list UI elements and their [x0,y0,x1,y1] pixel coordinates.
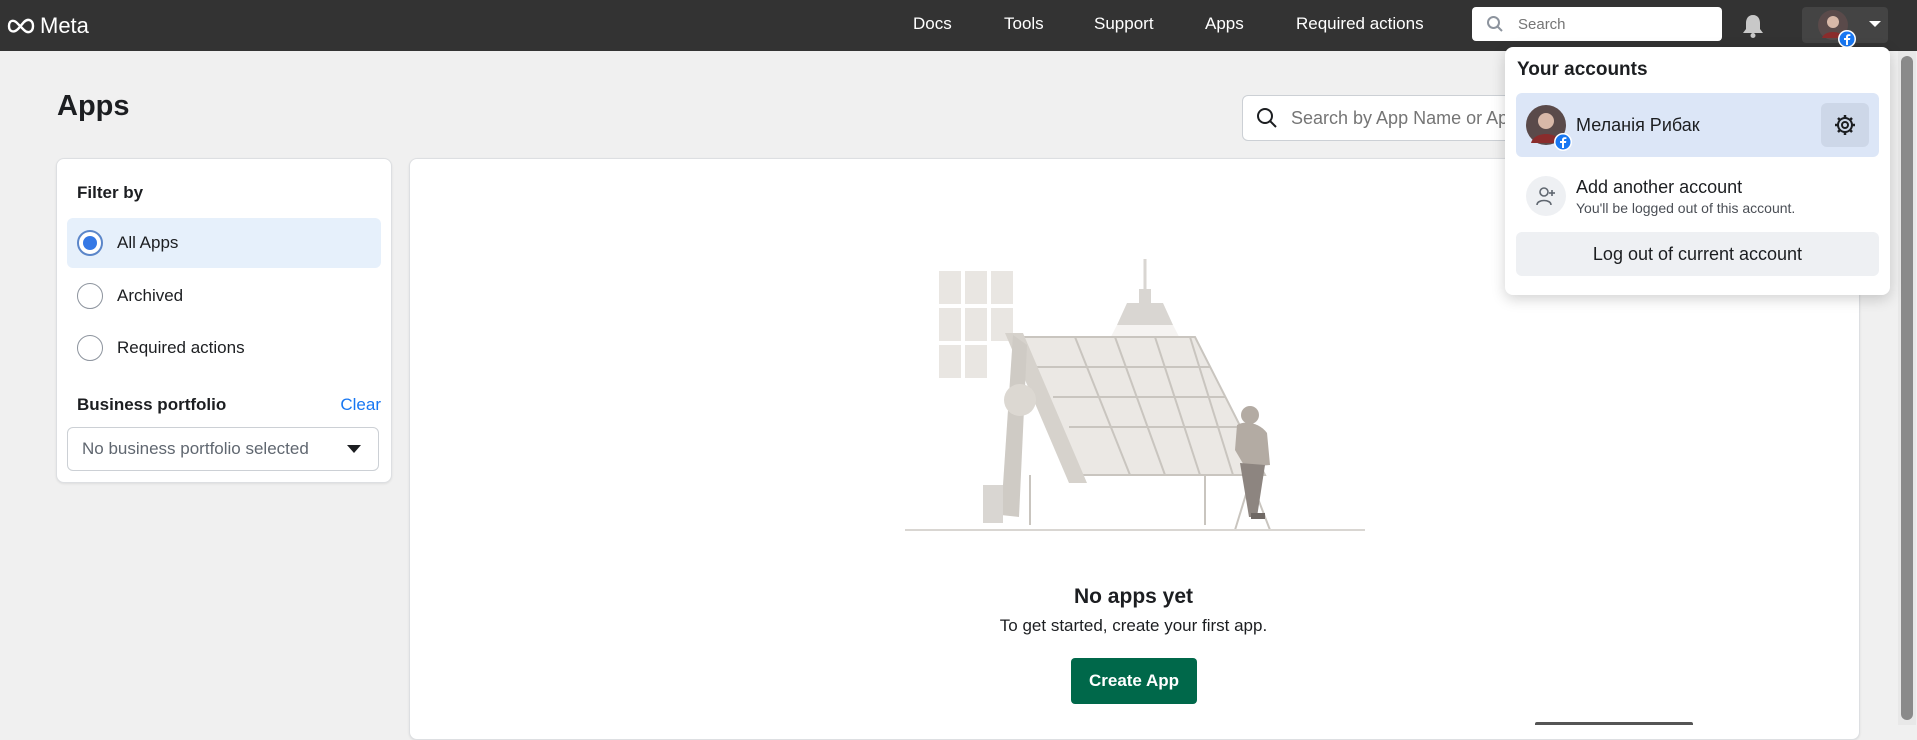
clear-filter-link[interactable]: Clear [340,395,381,415]
empty-state-title: No apps yet [1073,585,1194,608]
meta-logo[interactable]: Meta [6,13,89,39]
filter-option-label: Archived [117,286,184,305]
page-title: Apps [57,90,130,122]
chevron-down-icon [346,439,362,459]
meta-infinity-icon [7,18,35,34]
notifications-bell-icon[interactable] [1741,13,1765,44]
add-person-icon [1526,176,1566,216]
filter-panel: Filter by All Apps Archived Required act… [56,158,392,483]
page-scrollbar-thumb[interactable] [1901,56,1913,720]
avatar [1818,10,1856,48]
filter-option-label: All Apps [117,233,179,252]
create-app-button[interactable]: Create App [1071,658,1197,704]
logo-text: Meta [40,13,89,38]
facebook-badge-icon [1554,133,1572,151]
business-portfolio-select-value: No business portfolio selected [82,439,309,458]
empty-state: No apps yet To get started, create your … [908,0,1359,725]
account-menu-button[interactable] [1802,7,1888,48]
empty-state-subtitle: To get started, create your first app. [999,616,1268,635]
top-search-input[interactable] [1516,14,1700,34]
add-account-subtitle: You'll be logged out of this account. [1576,199,1796,216]
filter-option-label: Required actions [117,338,245,357]
radio-button[interactable] [77,230,103,256]
avatar [1526,105,1572,151]
account-settings-button[interactable] [1821,103,1869,147]
filter-option-all-apps[interactable]: All Apps [67,218,381,268]
log-out-button[interactable]: Log out of current account [1516,232,1879,276]
add-account-title: Add another account [1576,176,1743,197]
accounts-dropdown: Your accounts Меланія Рибак Add another … [1505,47,1890,295]
filter-option-required-actions[interactable]: Required actions [67,323,381,373]
chevron-down-icon [1868,16,1882,34]
radio-button[interactable] [77,335,103,361]
search-icon [1486,15,1504,33]
top-search-box[interactable] [1472,7,1722,41]
current-account-name: Меланія Рибак [1576,114,1700,135]
current-account-row[interactable]: Меланія Рибак [1516,93,1879,157]
filter-title: Filter by [77,183,144,202]
accounts-dropdown-title: Your accounts [1517,59,1648,80]
filter-option-archived[interactable]: Archived [67,271,381,321]
add-another-account-row[interactable]: Add another account You'll be logged out… [1516,167,1879,225]
facebook-badge-icon [1838,30,1856,48]
gear-icon [1835,115,1855,135]
radio-button[interactable] [77,283,103,309]
business-portfolio-select[interactable]: No business portfolio selected [67,427,379,471]
business-portfolio-title: Business portfolio [77,395,227,414]
